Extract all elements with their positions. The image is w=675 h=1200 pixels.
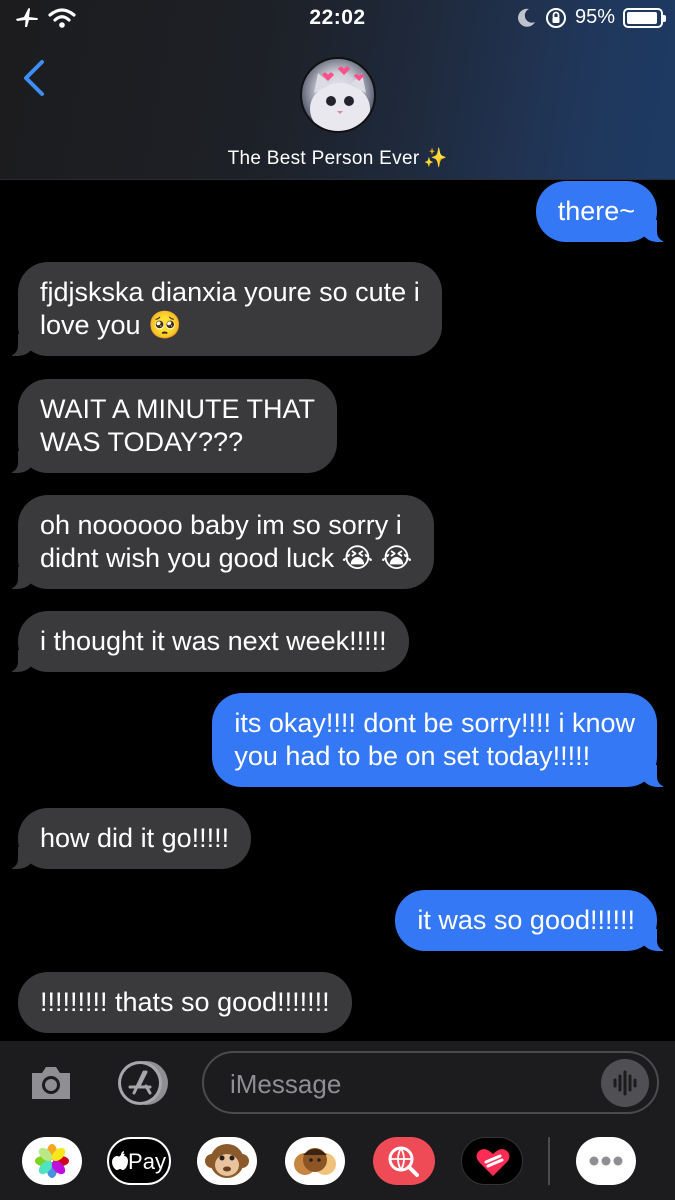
battery-percent: 95%	[574, 6, 615, 28]
memoji-stickers-icon	[294, 1148, 336, 1175]
message-bubble-incoming[interactable]: !!!!!!!!! thats so good!!!!!!!	[18, 972, 352, 1033]
message-bubble-outgoing[interactable]: it was so good!!!!!!	[395, 890, 669, 951]
photos-app-button[interactable]	[22, 1137, 82, 1185]
globe-search-icon	[388, 1146, 419, 1177]
ellipsis-icon	[589, 1156, 623, 1166]
photos-flower-icon	[35, 1144, 69, 1178]
back-button[interactable]	[18, 58, 58, 102]
message-thread[interactable]: there~ fjdjskska dianxia youre so cute i…	[0, 181, 675, 1041]
imessage-placeholder: iMessage	[230, 1069, 342, 1099]
message-text: oh noooooo baby im so sorry i didnt wish …	[40, 510, 413, 573]
message-text: i thought it was next week!!!!!	[40, 626, 387, 656]
drawer-divider	[548, 1137, 550, 1185]
audio-message-button[interactable]	[601, 1059, 649, 1107]
message-bubble-outgoing[interactable]: there~	[535, 181, 670, 242]
message-bubble-incoming[interactable]: how did it go!!!!!	[5, 808, 252, 869]
compose-bar: iMessage Pay	[0, 1041, 675, 1200]
camera-icon	[32, 1067, 70, 1099]
chevron-left-icon	[24, 60, 44, 96]
image-search-app-button[interactable]	[373, 1137, 435, 1185]
contact-name-text: The Best Person Ever	[227, 148, 420, 169]
orientation-lock-icon	[545, 7, 566, 28]
contact-name[interactable]: The Best Person Ever ✨	[0, 146, 675, 170]
battery-icon	[623, 7, 666, 28]
message-bubble-incoming[interactable]: WAIT A MINUTE THAT WAS TODAY???	[5, 379, 338, 473]
message-text: its okay!!!! dont be sorry!!!! i know you…	[234, 708, 635, 771]
message-bubble-incoming[interactable]: i thought it was next week!!!!!	[6, 611, 409, 672]
status-bar: 22:02 95%	[0, 0, 675, 40]
message-text: there~	[557, 196, 635, 226]
apple-logo-icon	[112, 1151, 129, 1170]
more-apps-button[interactable]	[576, 1137, 636, 1185]
memoji-stickers-button[interactable]	[285, 1137, 345, 1185]
contact-avatar[interactable]	[300, 57, 376, 133]
monkey-animoji-icon	[205, 1144, 249, 1178]
do-not-disturb-moon-icon	[518, 8, 535, 27]
app-store-button[interactable]	[113, 1058, 171, 1108]
message-bubble-incoming[interactable]: oh noooooo baby im so sorry i didnt wish …	[5, 495, 435, 589]
app-store-icon	[118, 1061, 168, 1105]
message-text: fjdjskska dianxia youre so cute i love yo…	[40, 277, 420, 340]
app-drawer: Pay	[0, 1133, 675, 1193]
message-text: WAIT A MINUTE THAT WAS TODAY???	[40, 394, 316, 457]
apple-pay-label: Pay	[109, 1149, 169, 1175]
apple-pay-button[interactable]: Pay	[107, 1137, 171, 1185]
camera-button[interactable]	[28, 1061, 74, 1105]
message-bubble-incoming[interactable]: fjdjskska dianxia youre so cute i love yo…	[6, 262, 442, 356]
message-text: !!!!!!!!! thats so good!!!!!!!	[40, 987, 330, 1017]
digital-touch-button[interactable]	[461, 1137, 523, 1185]
imessage-input[interactable]: iMessage	[202, 1051, 659, 1114]
cat-avatar-icon	[310, 66, 370, 131]
message-text: how did it go!!!!!	[40, 823, 230, 853]
conversation-header: 22:02 95% The Best Person Ever ✨	[0, 0, 675, 180]
heart-touch-icon	[476, 1149, 510, 1176]
message-bubble-outgoing[interactable]: its okay!!!! dont be sorry!!!! i know you…	[212, 693, 669, 787]
sparkles-emoji: ✨	[423, 148, 448, 169]
audio-waveform-icon	[613, 1070, 637, 1096]
animoji-app-button[interactable]	[197, 1137, 257, 1185]
message-text: it was so good!!!!!!	[417, 905, 635, 935]
